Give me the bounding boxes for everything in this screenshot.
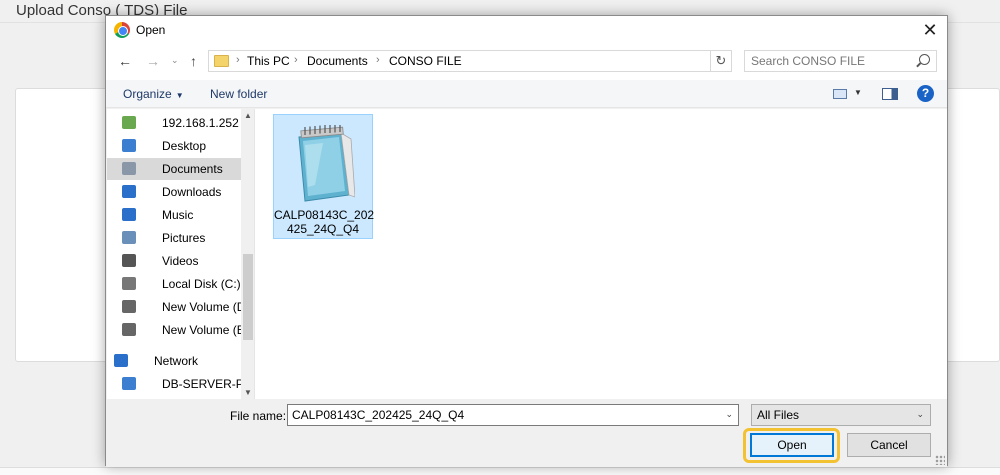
drive-icon <box>122 323 136 336</box>
file-item[interactable]: CALP08143C_202 425_24Q_Q4 <box>273 114 375 239</box>
search-box[interactable]: Search CONSO FILE <box>744 50 937 72</box>
help-icon[interactable]: ? <box>917 85 934 102</box>
chevron-down-icon: ▼ <box>175 91 184 100</box>
sidebar-item[interactable]: New Volume (D:) <box>107 296 242 318</box>
breadcrumb-separator: › <box>376 54 380 66</box>
dialog-titlebar: Open ✕ <box>106 16 947 44</box>
up-button[interactable]: ↑ <box>190 53 197 69</box>
navigation-bar: ← → ⌄ ↑ › This PC › Documents › CONSO FI… <box>106 44 947 80</box>
cancel-button[interactable]: Cancel <box>847 433 931 457</box>
view-options-icon[interactable] <box>833 89 847 99</box>
chevron-down-icon[interactable]: ⌄ <box>725 409 733 420</box>
documents-icon <box>122 162 136 175</box>
bottom-bar <box>0 467 1000 475</box>
sidebar-item[interactable]: Desktop <box>107 135 241 157</box>
desktop-icon <box>122 139 136 152</box>
file-name-line: CALP08143C_202 <box>274 208 375 222</box>
dialog-title: Open <box>136 23 166 37</box>
sidebar-item-label: Documents <box>162 162 223 176</box>
computer-icon <box>122 377 136 390</box>
navigation-scrollbar[interactable]: ▲ ▼ <box>241 109 254 399</box>
notepad-icon <box>298 125 355 202</box>
network-icon <box>114 354 128 367</box>
address-bar[interactable]: › This PC › Documents › CONSO FILE ▼ <box>208 50 808 72</box>
open-button[interactable]: Open <box>750 433 834 457</box>
sidebar-item-label: Local Disk (C:) <box>162 277 241 291</box>
sidebar-item[interactable]: Downloads <box>107 181 241 203</box>
breadcrumb-documents[interactable]: Documents <box>307 54 368 68</box>
file-name-value: CALP08143C_202425_24Q_Q4 <box>292 408 465 422</box>
sidebar-item[interactable]: Documents <box>107 158 241 180</box>
file-name-input[interactable]: CALP08143C_202425_24Q_Q4 ⌄ <box>287 404 739 426</box>
music-icon <box>122 208 136 221</box>
resize-grip[interactable] <box>935 455 945 465</box>
sidebar-item[interactable]: 192.168.1.252 <box>107 112 241 134</box>
folder-icon <box>214 55 229 67</box>
open-file-dialog: Open ✕ ← → ⌄ ↑ › This PC › Documents › C… <box>105 15 948 467</box>
file-type-select[interactable]: All Files ⌄ <box>751 404 931 426</box>
sidebar-item-label: DB-SERVER-PC <box>162 377 242 391</box>
downloads-icon <box>122 185 136 198</box>
scroll-down-icon[interactable]: ▼ <box>244 388 252 397</box>
videos-icon <box>122 254 136 267</box>
local-disk-icon <box>122 277 136 290</box>
pictures-icon <box>122 231 136 244</box>
sidebar-item-label: New Volume (E:) <box>162 323 242 337</box>
sidebar-item-label: New Volume (D:) <box>162 300 242 314</box>
drive-icon <box>122 300 136 313</box>
close-button[interactable]: ✕ <box>913 16 947 44</box>
sidebar-item[interactable]: Local Disk (C:) <box>107 273 241 295</box>
sidebar-item-label: Desktop <box>162 139 207 153</box>
command-toolbar: Organize ▼ New folder ▼ ? <box>106 80 947 108</box>
sidebar-item-label: 192.168.1.252 <box>162 116 239 130</box>
organize-button[interactable]: Organize ▼ <box>123 87 184 101</box>
search-icon <box>919 54 930 65</box>
sidebar-item[interactable]: Music <box>107 204 241 226</box>
sidebar-item-label: Network <box>154 354 199 368</box>
breadcrumb-separator: › <box>236 54 240 66</box>
breadcrumb-this-pc[interactable]: This PC <box>247 54 290 68</box>
scroll-up-icon[interactable]: ▲ <box>244 111 252 120</box>
back-button[interactable]: ← <box>118 53 132 69</box>
search-input[interactable]: Search CONSO FILE <box>751 54 865 68</box>
forward-button[interactable]: → <box>146 53 160 69</box>
file-type-value: All Files <box>757 408 800 422</box>
file-name-label: CALP08143C_202 425_24Q_Q4 <box>274 208 375 236</box>
breadcrumb-separator: › <box>294 54 298 66</box>
scrollbar-thumb[interactable] <box>243 254 253 340</box>
chrome-icon <box>114 22 130 38</box>
network-drive-icon <box>122 116 136 129</box>
sidebar-item[interactable]: New Volume (E:) <box>107 319 242 341</box>
preview-pane-icon[interactable] <box>882 88 898 100</box>
file-name-field-label: File name: <box>230 409 287 423</box>
navigation-pane: DB-SERVER-PC Network New Volume (E:) New Vo… <box>107 109 255 399</box>
refresh-button[interactable]: ↻ <box>710 50 732 72</box>
sidebar-item-label: Pictures <box>162 231 206 245</box>
recent-locations-button[interactable]: ⌄ <box>171 55 179 66</box>
sidebar-item-label: Downloads <box>162 185 222 199</box>
chevron-down-icon[interactable]: ▼ <box>854 88 862 97</box>
breadcrumb-conso-file[interactable]: CONSO FILE <box>389 54 462 68</box>
chevron-down-icon: ⌄ <box>916 409 924 419</box>
dialog-footer: File name: CALP08143C_202425_24Q_Q4 ⌄ Al… <box>106 399 947 467</box>
sidebar-item-label: Videos <box>162 254 199 268</box>
sidebar-item-label: Music <box>162 208 194 222</box>
organize-label: Organize <box>123 87 172 101</box>
sidebar-item[interactable]: Pictures <box>107 227 241 249</box>
file-list-pane: CALP08143C_202 425_24Q_Q4 <box>255 109 947 399</box>
new-folder-button[interactable]: New folder <box>210 87 267 101</box>
sidebar-item[interactable]: Network <box>107 350 241 372</box>
sidebar-item[interactable]: DB-SERVER-PC <box>107 373 242 395</box>
sidebar-item[interactable]: Videos <box>107 250 241 272</box>
file-name-line: 425_24Q_Q4 <box>286 222 360 236</box>
